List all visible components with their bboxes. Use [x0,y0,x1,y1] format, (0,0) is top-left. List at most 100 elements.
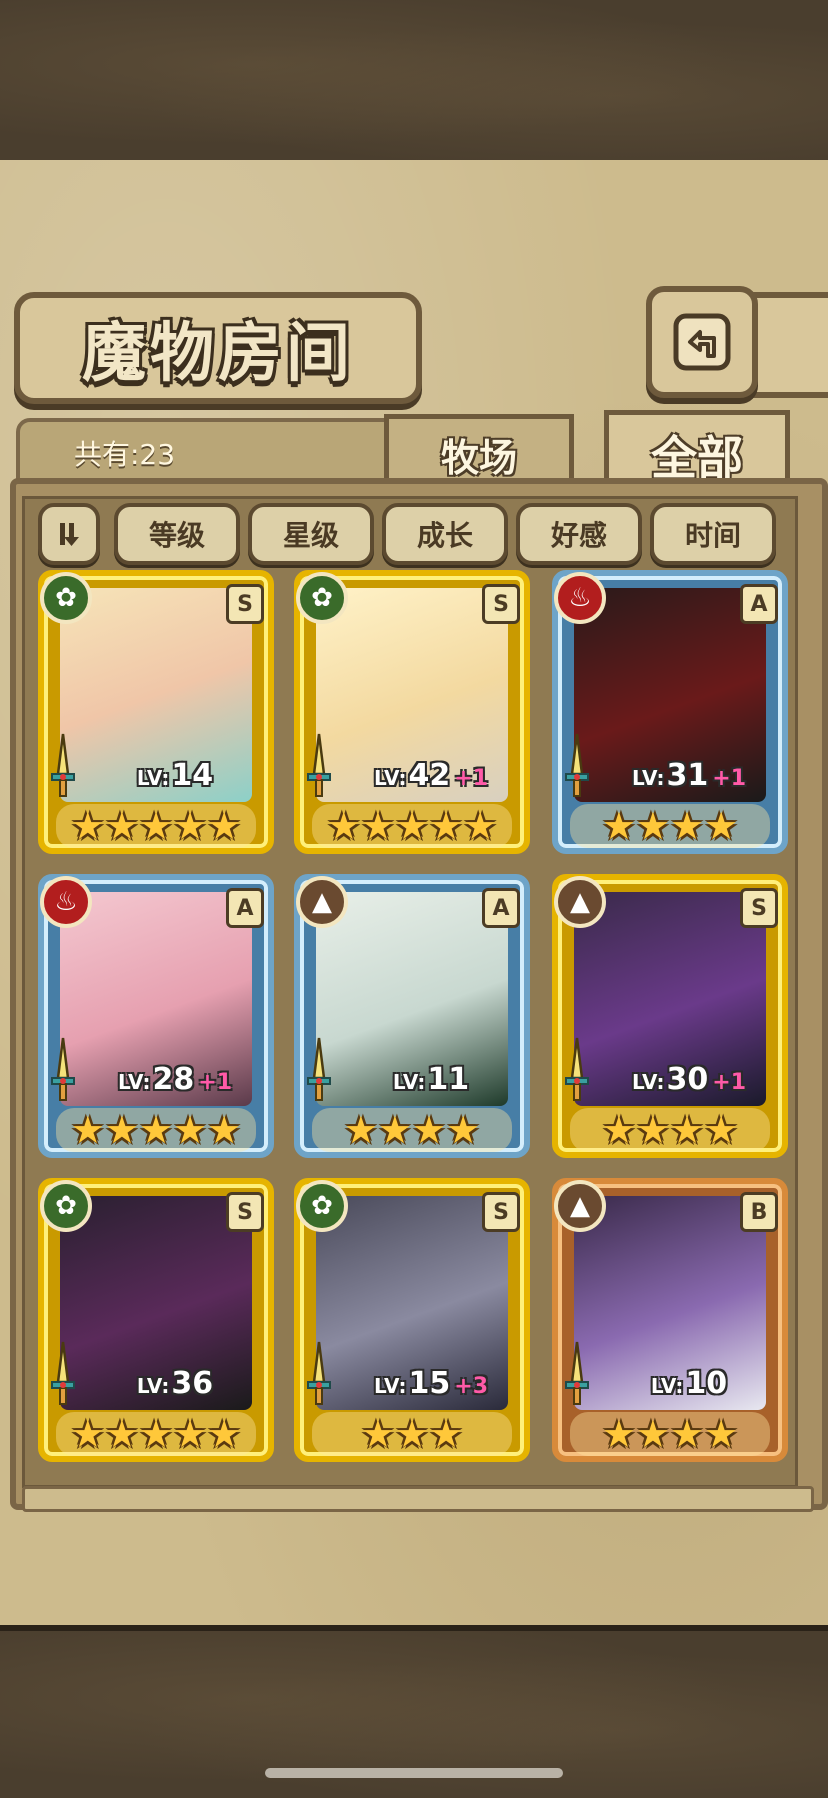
sort-order-button[interactable] [38,503,100,565]
back-arrow-icon [673,313,731,371]
level-label: LV: 42 +1 [346,758,516,794]
map-background-top [0,0,828,166]
level-value: 10 [685,1366,728,1401]
sort-growth-button[interactable]: 成长 [382,503,508,565]
mountain-element-icon: ▲ [554,876,606,928]
sort-time-button[interactable]: 时间 [650,503,776,565]
level-prefix: LV: [373,1374,407,1398]
level-prefix: LV: [650,1374,684,1398]
star-icon: ★ [635,1108,670,1152]
star-icon: ★ [207,804,242,848]
level-value: 14 [171,758,214,793]
star-icon: ★ [635,804,670,848]
sort-star-button[interactable]: 星级 [248,503,374,565]
level-prefix: LV: [136,766,170,790]
star-icon: ★ [446,1108,481,1152]
leaf-element-icon: ✿ [40,572,92,624]
sword-icon [304,730,334,804]
level-label: LV: 11 [346,1062,516,1098]
star-icon: ★ [670,1412,705,1456]
level-prefix: LV: [392,1070,426,1094]
rarity-badge: S [226,584,264,624]
rarity-badge: B [740,1192,778,1232]
star-icon: ★ [138,1108,174,1152]
monster-card[interactable]: ▲ S LV: 30 +1 ★ ★ ★ ★ [552,874,788,1158]
sword-icon [562,1338,592,1412]
level-prefix: LV: [631,766,665,790]
rarity-badge: S [482,584,520,624]
star-icon: ★ [104,804,139,848]
monster-card[interactable]: ♨ A LV: 31 +1 ★ ★ ★ ★ [552,570,788,854]
level-label: LV: 30 +1 [604,1062,774,1098]
star-icon: ★ [394,1412,430,1456]
star-icon: ★ [138,804,174,848]
star-icon: ★ [70,804,105,848]
sort-affection-button[interactable]: 好感 [516,503,642,565]
star-icon: ★ [601,1108,636,1152]
monster-card[interactable]: ▲ A LV: 11 ★ ★ ★ ★ [294,874,530,1158]
star-icon: ★ [104,1108,139,1152]
star-icon: ★ [635,1412,670,1456]
star-icon: ★ [173,1108,208,1152]
star-icon: ★ [326,804,361,848]
star-icon: ★ [360,1412,395,1456]
sword-icon [48,1338,78,1412]
monster-card[interactable]: ✿ S LV: 36 ★ ★ ★ ★ ★ [38,1178,274,1462]
leaf-element-icon: ✿ [296,1180,348,1232]
collection-count: 共有:23 [74,438,176,471]
level-label: LV: 15 +3 [346,1366,516,1402]
star-icon: ★ [138,1412,174,1456]
level-label: LV: 36 [90,1366,260,1402]
leaf-element-icon: ✿ [296,572,348,624]
sword-icon [48,1034,78,1108]
level-value: 36 [171,1366,214,1401]
sword-icon [304,1034,334,1108]
leaf-element-icon: ✿ [40,1180,92,1232]
star-rating: ★ ★ ★ ★ ★ [56,1108,256,1152]
rarity-badge: A [482,888,520,928]
monster-card[interactable]: ✿ S LV: 14 ★ ★ ★ ★ ★ [38,570,274,854]
star-icon: ★ [704,1108,739,1152]
level-value: 28 [152,1062,195,1097]
level-prefix: LV: [117,1070,151,1094]
star-icon: ★ [463,804,498,848]
star-rating: ★ ★ ★ ★ [570,1108,770,1152]
monster-card[interactable]: ▲ B LV: 10 ★ ★ ★ ★ [552,1178,788,1462]
rarity-badge: S [482,1192,520,1232]
rarity-badge: S [740,888,778,928]
star-icon: ★ [429,1412,464,1456]
sort-level-button[interactable]: 等级 [114,503,240,565]
level-bonus: +1 [198,1070,233,1095]
star-icon: ★ [173,804,208,848]
level-bonus: +1 [712,1070,747,1095]
level-prefix: LV: [373,766,407,790]
star-icon: ★ [70,1108,105,1152]
star-icon: ★ [207,1412,242,1456]
rarity-badge: S [226,1192,264,1232]
monster-card[interactable]: ✿ S LV: 15 +3 ★ ★ ★ [294,1178,530,1462]
monster-card[interactable]: ♨ A LV: 28 +1 ★ ★ ★ ★ ★ [38,874,274,1158]
level-value: 30 [666,1062,709,1097]
star-icon: ★ [104,1412,139,1456]
monster-card[interactable]: ✿ S LV: 42 +1 ★ ★ ★ ★ ★ [294,570,530,854]
level-bonus: +1 [712,766,747,791]
fire-element-icon: ♨ [554,572,606,624]
star-icon: ★ [70,1412,105,1456]
level-label: LV: 28 +1 [90,1062,260,1098]
star-icon: ★ [394,804,430,848]
level-value: 11 [427,1062,470,1097]
rarity-badge: A [226,888,264,928]
home-indicator[interactable] [265,1768,563,1778]
star-rating: ★ ★ ★ ★ ★ [312,804,512,848]
mountain-element-icon: ▲ [296,876,348,928]
star-icon: ★ [601,804,636,848]
star-icon: ★ [377,1108,412,1152]
level-label: LV: 14 [90,758,260,794]
page-title: 魔物房间 [82,316,354,391]
star-rating: ★ ★ ★ [312,1412,512,1456]
back-button[interactable] [646,286,758,398]
star-icon: ★ [207,1108,242,1152]
level-prefix: LV: [631,1070,665,1094]
sword-icon [304,1338,334,1412]
sword-icon [48,730,78,804]
